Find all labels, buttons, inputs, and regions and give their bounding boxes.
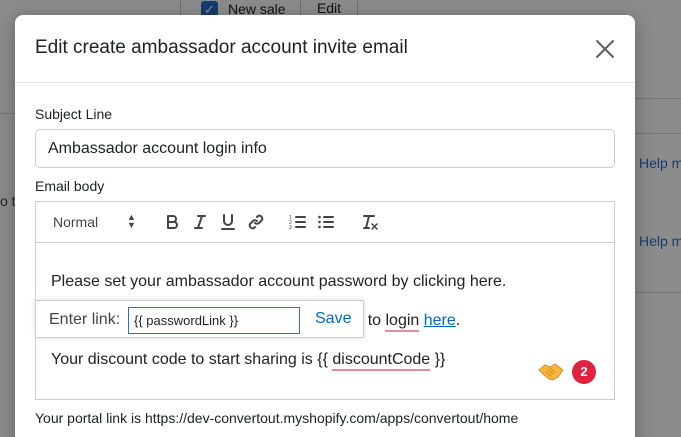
modal-title: Edit create ambassador account invite em… (35, 37, 408, 58)
spelling-flag-discount-code[interactable]: discountCode (332, 351, 431, 371)
email-line-3-prefix: Your discount code to start sharing is {… (51, 351, 333, 368)
spelling-flag-login[interactable]: login (385, 312, 420, 332)
email-line-3-suffix: }} (430, 351, 446, 368)
email-line-2-suffix: . (455, 312, 461, 329)
clear-format-icon[interactable] (361, 213, 379, 231)
italic-icon[interactable] (191, 213, 209, 231)
editor-content[interactable]: Please set your ambassador account passw… (35, 243, 614, 399)
link-icon[interactable] (247, 213, 265, 231)
bullet-list-icon[interactable] (317, 213, 335, 231)
subject-line-input[interactable] (35, 129, 615, 168)
grammar-issue-count-badge[interactable]: 2 (572, 360, 596, 384)
link-tooltip: Enter link: Save (35, 300, 364, 338)
select-arrows-icon: ▲ ▼ (127, 212, 136, 230)
save-link-button[interactable]: Save (315, 310, 351, 328)
link-url-input[interactable] (128, 307, 300, 334)
email-body-label: Email body (35, 178, 105, 194)
editor-toolbar: Normal ▲ ▼ 1 2 3 (36, 202, 614, 243)
email-line-1: Please set your ambassador account passw… (51, 273, 507, 290)
subject-line-label: Subject Line (35, 106, 113, 122)
portal-link-text: Your portal link is https://dev-converto… (35, 410, 519, 426)
ordered-list-icon[interactable]: 1 2 3 (289, 213, 307, 231)
handshake-icon[interactable] (538, 361, 564, 383)
close-icon[interactable] (593, 37, 617, 61)
modal-header: Edit create ambassador account invite em… (15, 15, 635, 83)
edit-email-modal: Edit create ambassador account invite em… (15, 15, 635, 437)
email-line-3: Your discount code to start sharing is {… (51, 351, 446, 371)
here-link[interactable]: here (424, 312, 456, 329)
underline-icon[interactable] (219, 213, 237, 231)
bold-icon[interactable] (163, 213, 181, 231)
enter-link-label: Enter link: (49, 311, 121, 328)
svg-text:3: 3 (289, 225, 292, 231)
email-body-editor[interactable]: Normal ▲ ▼ 1 2 3 Please set your ambassa… (35, 201, 615, 400)
